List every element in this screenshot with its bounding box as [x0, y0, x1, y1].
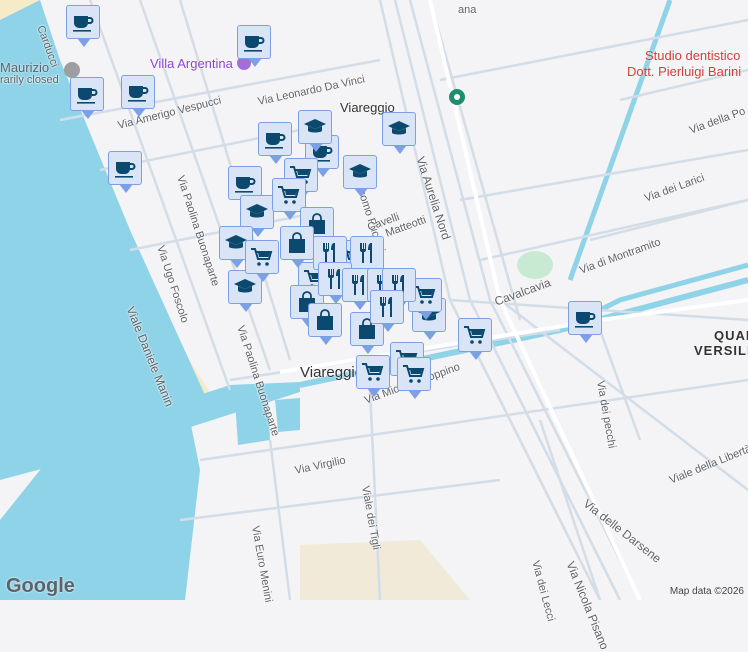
bag-marker[interactable]: [308, 303, 342, 345]
school-icon: [349, 164, 371, 178]
cart-icon: [464, 326, 486, 344]
poi-dentist[interactable]: Studio dentistico: [645, 48, 740, 63]
school-marker[interactable]: [343, 155, 377, 197]
poi-maurizio[interactable]: Maurizio: [0, 60, 49, 75]
street-label: ana: [458, 4, 477, 16]
coffee-icon: [128, 86, 149, 102]
restaurant-icon: [360, 243, 372, 263]
school-marker[interactable]: [382, 112, 416, 154]
coffee-icon: [235, 177, 256, 193]
poi-status: rarily closed: [0, 74, 59, 86]
coffee-icon: [244, 36, 265, 52]
cart-marker[interactable]: [397, 357, 431, 399]
city-label: Viareggio: [300, 364, 364, 381]
school-marker[interactable]: [298, 110, 332, 152]
coffee-marker[interactable]: [568, 301, 602, 343]
cart-marker[interactable]: [356, 355, 390, 397]
restaurant-marker[interactable]: [370, 290, 404, 332]
bag-marker[interactable]: [280, 226, 314, 268]
coffee-icon: [73, 16, 94, 32]
google-logo: Google: [6, 575, 75, 597]
bag-icon: [289, 232, 305, 253]
bag-icon: [317, 309, 333, 330]
cart-marker[interactable]: [458, 318, 492, 360]
school-icon: [388, 121, 410, 135]
district-label: QUARTIE: [714, 328, 748, 343]
poi-closed-icon: [64, 62, 80, 78]
cart-icon: [403, 365, 425, 383]
coffee-marker[interactable]: [258, 122, 292, 164]
coffee-icon: [575, 312, 596, 328]
cart-icon: [362, 363, 384, 381]
coffee-marker[interactable]: [108, 151, 142, 193]
district-label-2: VERSILI: [694, 343, 748, 358]
cart-icon: [251, 248, 273, 266]
coffee-marker[interactable]: [70, 77, 104, 119]
coffee-marker[interactable]: [121, 75, 155, 117]
cart-icon: [278, 186, 300, 204]
school-marker[interactable]: [240, 195, 274, 237]
school-icon: [246, 204, 268, 218]
map-data-credit[interactable]: Map data ©2026: [670, 586, 744, 597]
coffee-icon: [115, 162, 136, 178]
school-icon: [304, 119, 326, 133]
school-icon: [234, 279, 256, 293]
coffee-icon: [77, 88, 98, 104]
coffee-icon: [265, 133, 286, 149]
cart-marker[interactable]: [245, 240, 279, 282]
restaurant-icon: [380, 297, 392, 317]
cart-icon: [414, 286, 436, 304]
poi-villa-argentina[interactable]: Villa Argentina: [150, 56, 233, 71]
coffee-marker[interactable]: [237, 25, 271, 67]
poi-dentist-name: Dott. Pierluigi Barini: [627, 64, 742, 79]
coffee-marker[interactable]: [66, 5, 100, 47]
restaurant-marker[interactable]: [350, 236, 384, 278]
